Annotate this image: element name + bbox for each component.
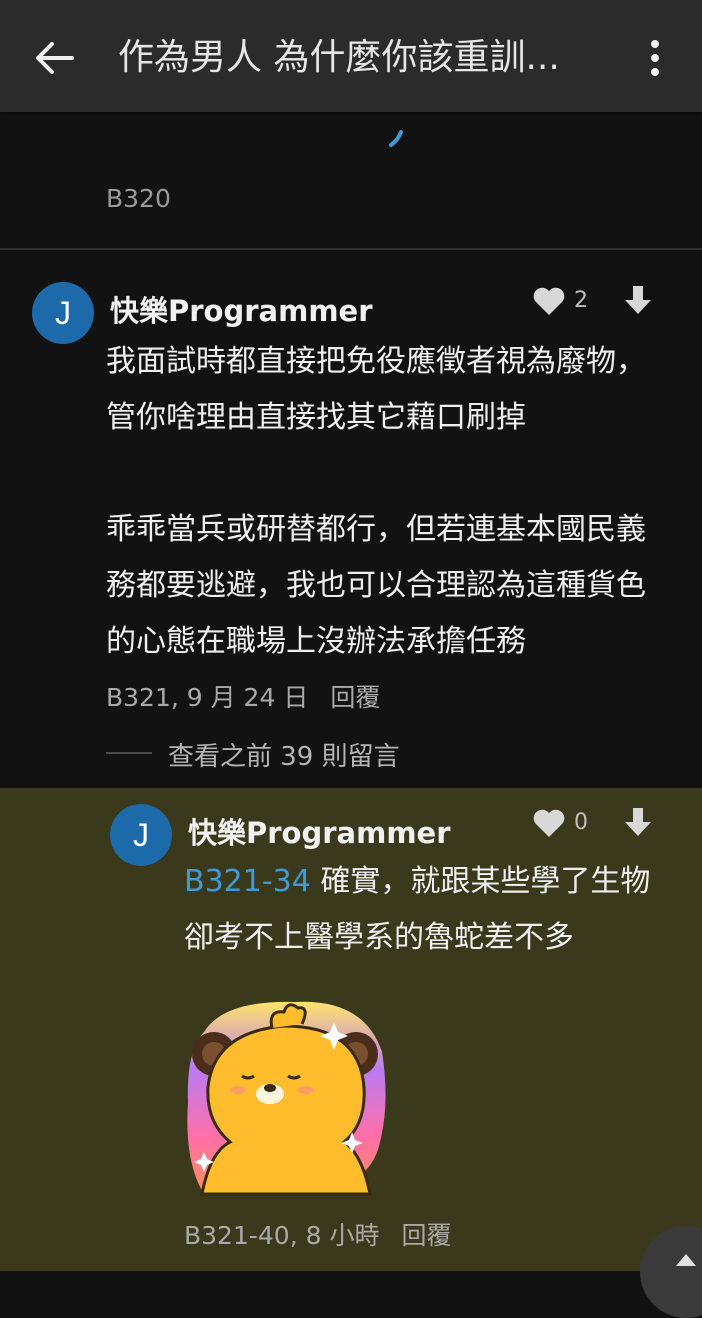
- back-arrow-icon[interactable]: [32, 36, 76, 80]
- floor-label: B320: [106, 184, 171, 213]
- avatar[interactable]: J: [32, 282, 94, 344]
- like-count: 2: [574, 288, 588, 313]
- mention-link[interactable]: B321-34: [184, 864, 311, 899]
- reply-text-line1: 確實，就跟某些學了生物: [310, 864, 651, 899]
- bear-sticker: [187, 1001, 386, 1196]
- downvote-icon[interactable]: [622, 284, 654, 316]
- author-name[interactable]: 快樂Programmer: [188, 810, 451, 852]
- reply-button[interactable]: 回覆: [401, 1221, 451, 1250]
- author-name[interactable]: 快樂Programmer: [110, 288, 373, 330]
- reply-button[interactable]: 回覆: [330, 683, 380, 712]
- downvote-icon[interactable]: [622, 806, 654, 838]
- comment-meta: B321, 9 月 24 日回覆: [106, 678, 380, 714]
- more-vert-icon[interactable]: [640, 36, 670, 80]
- page-title: 作為男人 為什麼你該重訓...: [118, 37, 560, 78]
- reply-floor-time: B321-40, 8 小時: [184, 1221, 380, 1250]
- reply-meta: B321-40, 8 小時 回覆: [184, 1216, 451, 1252]
- reply-text-line2: 卻考不上醫學系的魯蛇差不多: [184, 920, 574, 955]
- reply-item: J 快樂Programmer 0 B321-34 確實，就跟某些學了生物卻考不上…: [0, 788, 702, 1271]
- comment-item: J 快樂Programmer 2 我面試時都直接把免役應徵者視為廢物， 管你啥理…: [0, 250, 702, 788]
- comment-text: 我面試時都直接把免役應徵者視為廢物， 管你啥理由直接找其它藉口刷掉 乖乖當兵或研…: [106, 344, 646, 659]
- comment-floor-date: B321, 9 月 24 日: [106, 683, 309, 712]
- heart-icon[interactable]: [532, 808, 566, 838]
- avatar[interactable]: J: [110, 804, 172, 866]
- bottom-edge: [0, 1271, 702, 1279]
- view-previous-line: [106, 752, 152, 754]
- emoji-fragment-icon: [389, 130, 403, 147]
- app-bar: 作為男人 為什麼你該重訓...: [0, 0, 702, 112]
- arrow-up-icon: [676, 1254, 696, 1266]
- like-count: 0: [574, 810, 588, 835]
- view-previous-replies[interactable]: 查看之前 39 則留言: [168, 736, 400, 773]
- heart-icon[interactable]: [532, 286, 566, 316]
- previous-comment: B320: [0, 112, 702, 248]
- reply-text: B321-34 確實，就跟某些學了生物卻考不上醫學系的魯蛇差不多: [184, 854, 684, 966]
